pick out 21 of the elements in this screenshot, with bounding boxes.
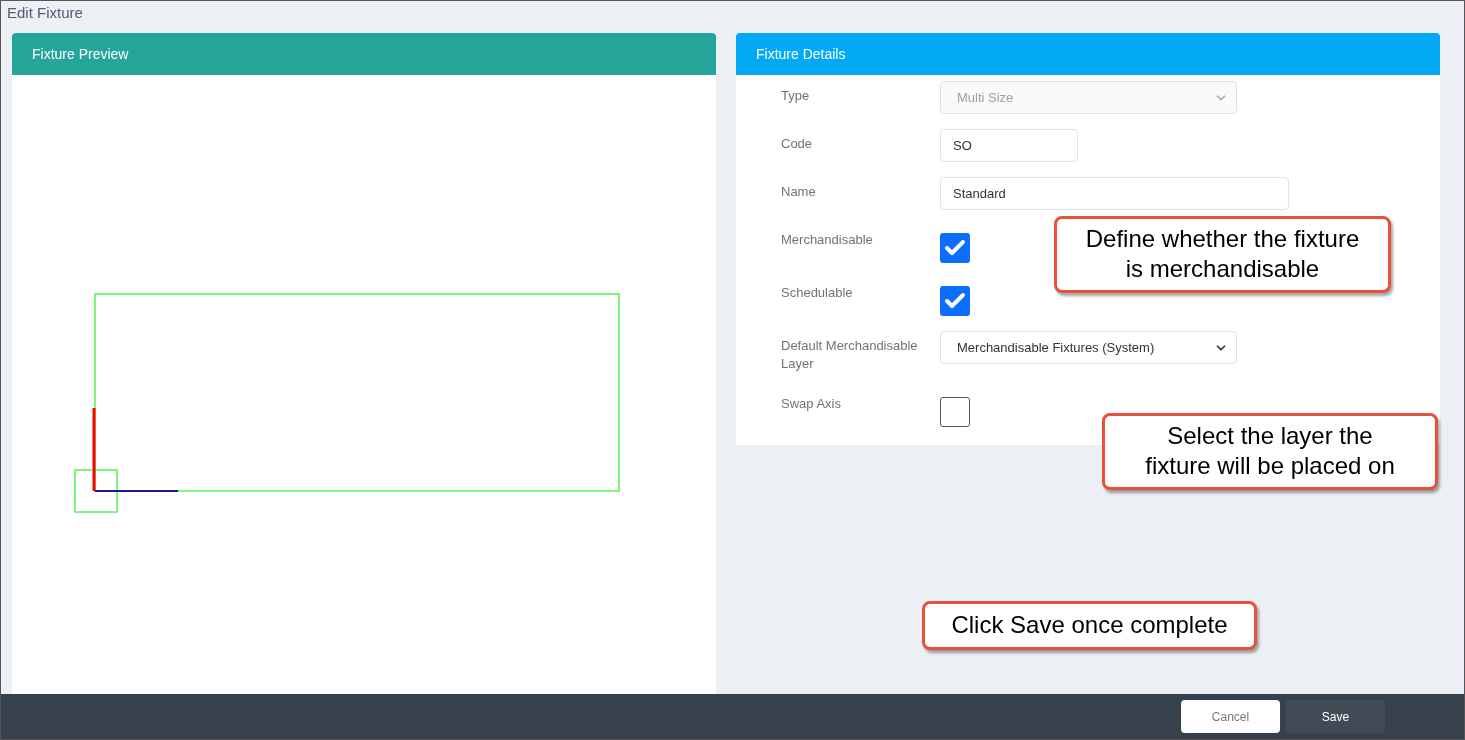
field-label: Schedulable: [781, 284, 854, 302]
checkbox[interactable]: [940, 397, 970, 427]
save-button[interactable]: Save: [1286, 700, 1385, 733]
callout-box: Click Save once complete: [922, 601, 1257, 650]
field-label: Merchandisable: [781, 231, 874, 249]
dropdown[interactable]: Merchandisable Fixtures (System): [940, 331, 1237, 364]
checkbox[interactable]: [940, 286, 970, 316]
input-field[interactable]: Standard: [940, 177, 1289, 210]
field-label: Name: [781, 183, 817, 201]
field-label: Default Merchandisable Layer: [781, 337, 919, 373]
checkbox[interactable]: [940, 233, 970, 263]
panel-title: Fixture Preview: [32, 44, 129, 64]
callout-box: Select the layer the fixture will be placed on: [1102, 413, 1438, 490]
field-label: Swap Axis: [781, 395, 842, 413]
cancel-button[interactable]: Cancel: [1181, 700, 1280, 733]
panel-title: Fixture Details: [756, 44, 846, 64]
field-label: Code: [781, 135, 814, 153]
input-field[interactable]: SO: [940, 129, 1078, 162]
page-title: Edit Fixture: [7, 4, 83, 21]
field-label: Type: [781, 87, 811, 105]
callout-box: Define whether the fixture is merchandisable: [1054, 216, 1391, 293]
